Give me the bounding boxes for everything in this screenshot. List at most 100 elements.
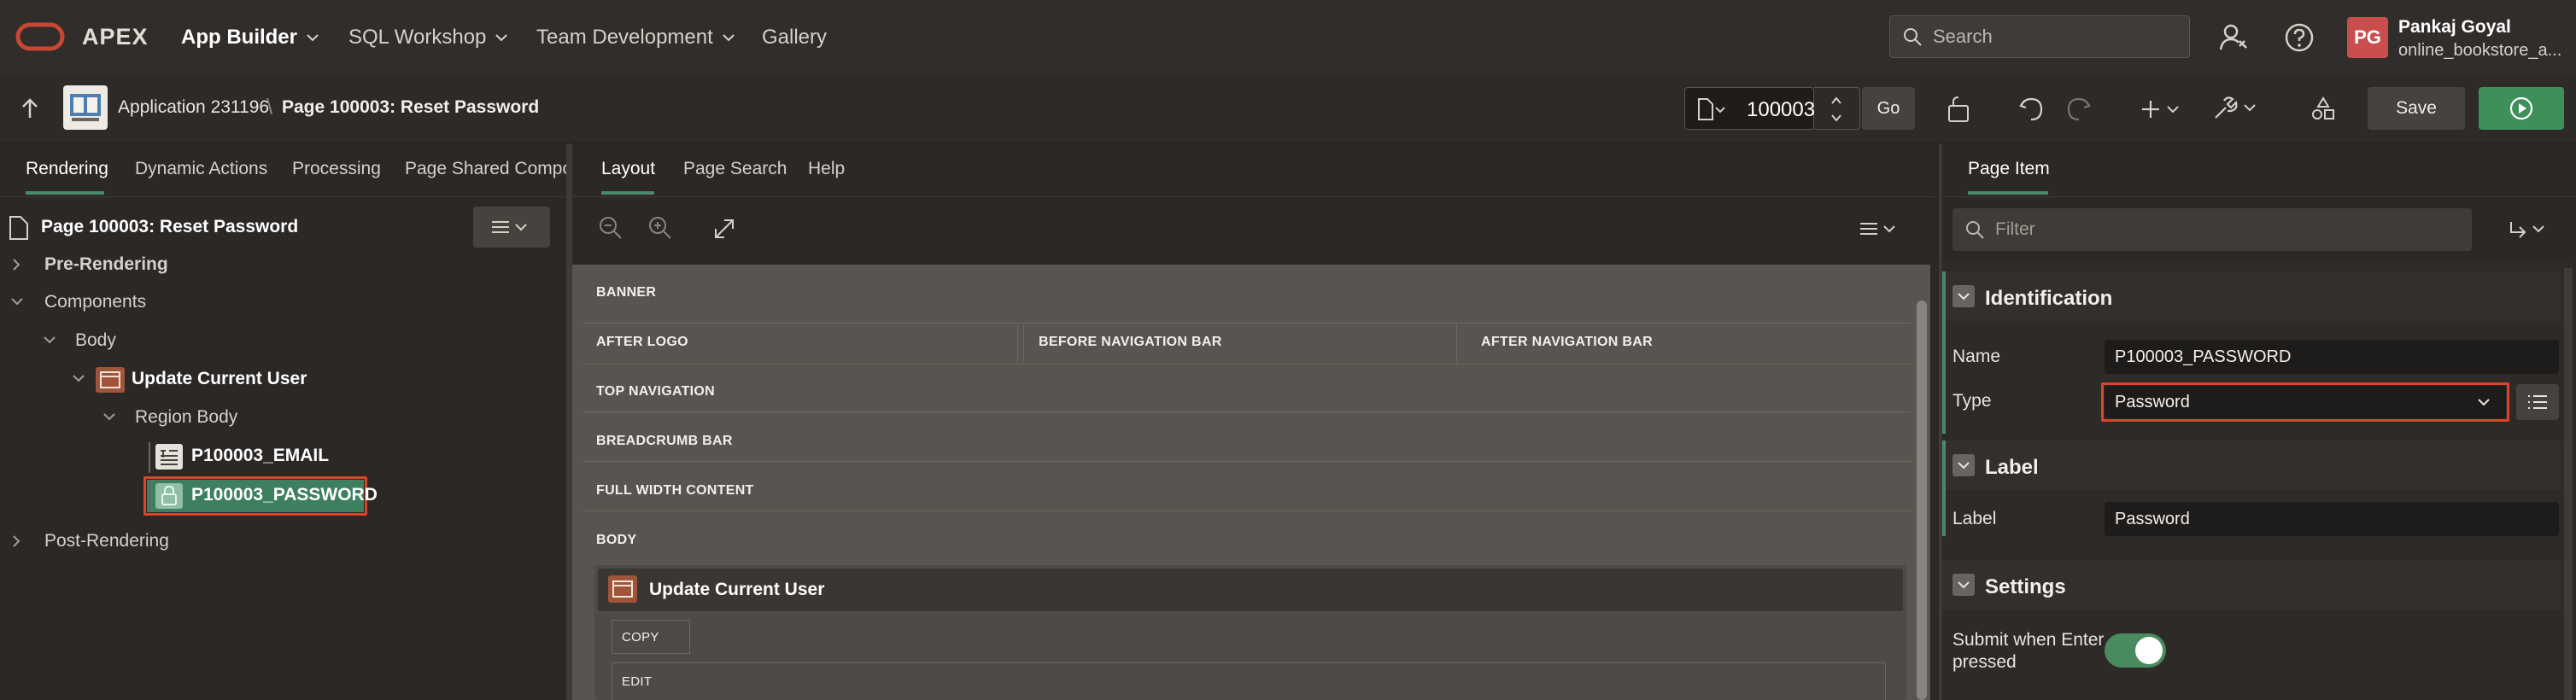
application-breadcrumb[interactable]: Application 231196 [118,97,269,118]
avatar[interactable]: PG [2347,17,2388,58]
zoom-in-icon[interactable] [647,215,673,241]
expand-icon[interactable] [712,217,736,241]
chevron-down-icon[interactable] [10,297,24,306]
group-title-label: Label [1985,456,2039,479]
tree-item-body[interactable]: Body [75,330,116,351]
tab-layout[interactable]: Layout [601,159,655,179]
group-title-settings: Settings [1985,575,2066,598]
submit-label-line-2: pressed [1952,652,2017,672]
page-stepper[interactable] [1814,87,1860,130]
type-label: Type [1952,391,1992,411]
region-after-navigation-bar[interactable]: AFTER NAVIGATION BAR [1481,335,1653,350]
left-splitter[interactable] [566,143,572,700]
run-page-button[interactable] [2479,87,2564,130]
tab-dynamic-actions[interactable]: Dynamic Actions [135,159,267,179]
collapse-toggle-icon[interactable] [1952,285,1975,307]
text-field-icon [155,444,183,470]
utilities-wrench-icon[interactable] [2212,96,2258,121]
tab-page-item[interactable]: Page Item [1968,159,2050,179]
lock-page-icon[interactable] [1946,96,1973,123]
chevron-down-icon[interactable] [1830,114,1842,122]
workspace-name[interactable]: online_bookstore_a... [2398,41,2561,61]
search-placeholder: Search [1933,26,1993,47]
scrollbar[interactable] [2564,268,2573,700]
region-before-navigation-bar[interactable]: BEFORE NAVIGATION BAR [1039,335,1222,350]
type-select[interactable]: Password [2105,386,2506,418]
undo-icon[interactable] [2017,96,2045,123]
region-top-navigation[interactable]: TOP NAVIGATION [596,384,715,400]
tree-item-password[interactable]: P100003_PASSWORD [191,485,378,505]
admin-user-icon[interactable] [2219,22,2250,53]
chevron-down-icon[interactable] [43,335,56,344]
type-list-button[interactable] [2516,384,2559,420]
slot-edit: EDIT [622,674,653,689]
go-to-group-icon[interactable] [2509,220,2550,239]
user-name[interactable]: Pankaj Goyal [2398,17,2511,38]
tab-divider [1942,196,2576,197]
menu-label: SQL Workshop [348,26,487,49]
chevron-right-icon[interactable] [12,258,20,271]
tab-rendering[interactable]: Rendering [26,159,108,179]
layout-menu-button[interactable] [1860,222,1901,236]
region-after-logo[interactable]: AFTER LOGO [596,335,688,350]
edit-slot[interactable] [612,662,1886,700]
search-input[interactable]: Search [1889,15,2190,58]
submit-when-enter-toggle[interactable] [2105,633,2166,668]
zoom-out-icon[interactable] [598,215,624,241]
tree-item-post-rendering[interactable]: Post-Rendering [44,531,169,551]
redo-icon[interactable] [2065,96,2093,123]
scrollbar[interactable] [1917,300,1927,700]
region-breadcrumb-bar[interactable]: BREADCRUMB BAR [596,434,733,449]
tab-page-shared-components[interactable]: Page Shared Compor [405,159,578,179]
chevron-up-icon[interactable] [1830,96,1842,105]
menu-gallery[interactable]: Gallery [762,26,827,50]
brand-name[interactable]: APEX [82,24,149,50]
region-banner[interactable]: BANNER [596,285,656,300]
application-icon[interactable] [63,85,108,130]
filter-placeholder: Filter [1995,219,2035,239]
name-field[interactable]: P100003_PASSWORD [2105,340,2559,374]
shared-components-icon[interactable] [2310,96,2337,123]
tree-item-pre-rendering[interactable]: Pre-Rendering [44,254,168,275]
chevron-right-icon[interactable] [12,534,20,548]
active-tab-indicator [601,191,654,195]
region-body[interactable]: BODY [596,533,636,548]
tree-item-components[interactable]: Components [44,292,146,312]
help-icon[interactable] [2284,22,2315,53]
menu-app-builder[interactable]: App Builder [181,26,319,50]
group-accent [1942,271,1946,434]
tree-item-email[interactable]: P100003_EMAIL [191,446,329,466]
slot-copy: COPY [622,630,659,645]
chevron-down-icon[interactable] [102,412,116,421]
go-button[interactable]: Go [1862,87,1915,130]
page-number-input[interactable]: 100003 [1747,98,1815,122]
search-icon [1964,219,1985,240]
page-title: Page 100003: Reset Password [282,97,540,117]
tab-processing[interactable]: Processing [292,159,381,179]
filter-input[interactable]: Filter [1952,208,2472,251]
menu-team-development[interactable]: Team Development [536,26,735,50]
tree-item-region[interactable]: Update Current User [132,369,307,389]
tree-menu-button[interactable] [473,207,550,248]
collapse-toggle-icon[interactable] [1952,574,1975,596]
collapse-toggle-icon[interactable] [1952,454,1975,476]
chevron-down-icon [306,33,319,42]
region-title[interactable]: Update Current User [649,580,824,600]
region-icon [96,367,125,393]
page-selector[interactable]: 100003 [1684,87,1815,130]
tab-help[interactable]: Help [808,159,845,179]
save-button[interactable]: Save [2368,87,2465,130]
label-field[interactable]: Password [2105,502,2559,536]
chevron-down-icon [495,33,508,42]
menu-sql-workshop[interactable]: SQL Workshop [348,26,508,50]
tab-page-search[interactable]: Page Search [683,159,787,179]
chevron-down-icon[interactable] [72,374,85,382]
page-icon [1697,98,1726,120]
create-menu-button[interactable] [2142,99,2181,120]
menu-label: Gallery [762,26,828,49]
region-full-width-content[interactable]: FULL WIDTH CONTENT [596,483,754,499]
oracle-logo-icon[interactable] [15,22,65,51]
tree-item-page[interactable]: Page 100003: Reset Password [41,217,298,237]
tree-item-region-body[interactable]: Region Body [135,407,237,428]
arrow-up-icon[interactable] [20,97,39,120]
